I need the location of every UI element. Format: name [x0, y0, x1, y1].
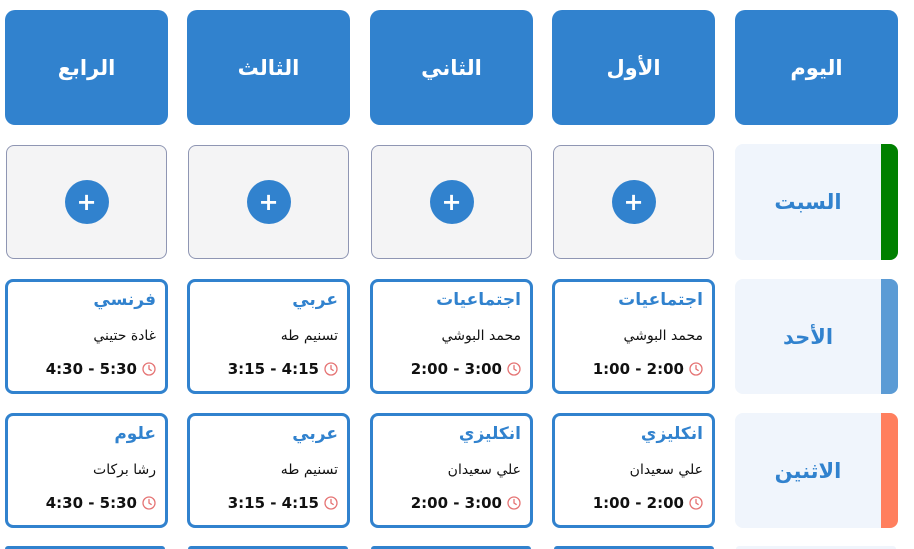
add-lesson-button[interactable]: + [429, 180, 474, 224]
header-period-3: الثالث [187, 10, 350, 125]
lesson-time: 1:00 - 2:00 [592, 360, 684, 378]
empty-slot[interactable]: + [188, 145, 349, 259]
lesson-teacher: علي سعيدان [629, 462, 703, 478]
clock-icon [507, 362, 521, 376]
schedule-grid: اليوم الأول الثاني الثالث الرابع السبت ا… [0, 0, 914, 549]
clock-icon [324, 496, 338, 510]
day-label: الأحد [782, 324, 834, 349]
lesson-subject: اجتماعيات [618, 290, 703, 310]
empty-slot[interactable]: + [371, 145, 532, 259]
header-period-4: الرابع [5, 10, 168, 125]
clock-icon [689, 496, 703, 510]
header-period-1: الأول [552, 10, 715, 125]
day-color-bar [881, 279, 898, 394]
lesson-teacher: محمد البوشي [623, 328, 703, 344]
clock-icon [324, 362, 338, 376]
clock-icon [142, 362, 156, 376]
lesson-card[interactable]: عربي تسنيم طه 3:15 - 4:15 [187, 279, 350, 394]
day-color-bar [881, 413, 898, 528]
header-period-2: الثاني [370, 10, 533, 125]
lesson-teacher: رشا بركات [93, 462, 156, 478]
lesson-card[interactable]: انكليزي علي سعيدان 1:00 - 2:00 [552, 413, 715, 528]
empty-slot[interactable]: + [6, 145, 167, 259]
lesson-subject: علوم [114, 424, 156, 444]
header-day: اليوم [735, 10, 898, 125]
day-sunday: الأحد [735, 279, 898, 394]
clock-icon [689, 362, 703, 376]
lesson-teacher: علي سعيدان [447, 462, 521, 478]
clock-icon [142, 496, 156, 510]
lesson-subject: انكليزي [458, 424, 521, 444]
lesson-card[interactable]: انكليزي علي سعيدان 2:00 - 3:00 [370, 413, 533, 528]
lesson-subject: عربي [292, 290, 338, 310]
lesson-card[interactable]: فرنسي غادة حتيني 4:30 - 5:30 [5, 279, 168, 394]
add-lesson-button[interactable]: + [64, 180, 109, 224]
lesson-card[interactable]: علوم رشا بركات 4:30 - 5:30 [5, 413, 168, 528]
day-monday: الاثنين [735, 413, 898, 528]
lesson-card[interactable]: اجتماعيات محمد البوشي 2:00 - 3:00 [370, 279, 533, 394]
lesson-subject: انكليزي [640, 424, 703, 444]
day-label: الاثنين [774, 458, 842, 483]
lesson-teacher: تسنيم طه [280, 328, 338, 344]
lesson-time: 2:00 - 3:00 [410, 494, 502, 512]
day-saturday: السبت [735, 144, 898, 260]
lesson-teacher: غادة حتيني [93, 328, 156, 344]
add-lesson-button[interactable]: + [611, 180, 656, 224]
lesson-subject: فرنسي [93, 290, 156, 310]
add-lesson-button[interactable]: + [246, 180, 291, 224]
day-color-bar [881, 144, 898, 260]
lesson-time: 3:15 - 4:15 [227, 494, 319, 512]
lesson-time: 3:15 - 4:15 [227, 360, 319, 378]
lesson-time: 1:00 - 2:00 [592, 494, 684, 512]
lesson-subject: اجتماعيات [436, 290, 521, 310]
empty-slot[interactable]: + [553, 145, 714, 259]
lesson-card[interactable]: اجتماعيات محمد البوشي 1:00 - 2:00 [552, 279, 715, 394]
lesson-card[interactable]: عربي تسنيم طه 3:15 - 4:15 [187, 413, 350, 528]
lesson-time: 4:30 - 5:30 [45, 360, 137, 378]
lesson-subject: عربي [292, 424, 338, 444]
lesson-teacher: تسنيم طه [280, 462, 338, 478]
lesson-teacher: محمد البوشي [441, 328, 521, 344]
clock-icon [507, 496, 521, 510]
day-label: السبت [774, 190, 842, 214]
lesson-time: 2:00 - 3:00 [410, 360, 502, 378]
lesson-time: 4:30 - 5:30 [45, 494, 137, 512]
